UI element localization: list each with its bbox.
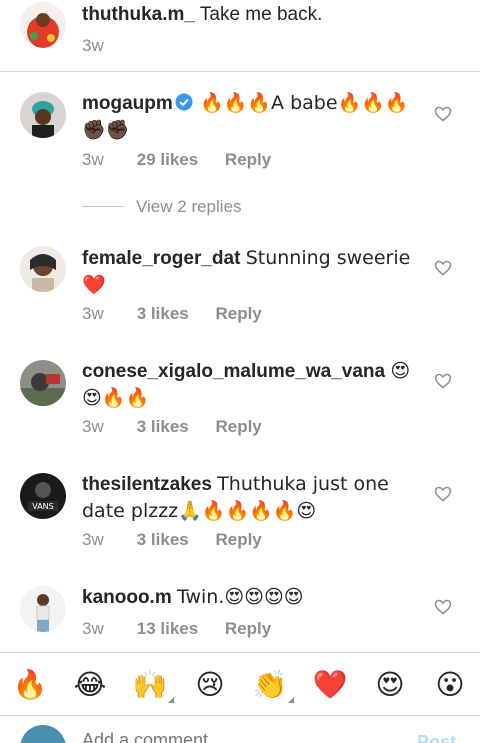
svg-text:VANS: VANS <box>32 502 54 511</box>
quick-reaction-bar: 🔥 😂 🙌 😢 👏 ❤️ 😍 😮 <box>0 652 480 716</box>
comment-time: 3w <box>82 619 104 638</box>
comment-body: female_roger_dat Stunning sweerie ❤️ <box>82 245 412 299</box>
comment-meta: 3w 29 likes Reply <box>82 150 271 170</box>
skin-tone-indicator-icon <box>288 697 294 703</box>
comment-meta: 3w 13 likes Reply <box>82 619 271 639</box>
comment-input[interactable] <box>82 730 382 743</box>
comment-time: 3w <box>82 304 104 323</box>
comment-time: 3w <box>82 150 104 169</box>
comment-body: conese_xigalo_malume_wa_vana 😍😍🔥🔥 <box>82 358 412 412</box>
comment-text: Take me back. <box>199 4 323 25</box>
like-heart-icon[interactable] <box>434 598 452 616</box>
reply-button[interactable]: Reply <box>215 304 261 324</box>
reaction-clap-glyph: 👏 <box>252 668 288 701</box>
reply-button[interactable]: Reply <box>215 530 261 550</box>
like-heart-icon[interactable] <box>434 259 452 277</box>
reply-button[interactable]: Reply <box>225 150 271 170</box>
verified-badge-icon <box>175 93 193 111</box>
comment-likes[interactable]: 3 likes <box>137 417 189 437</box>
like-heart-icon[interactable] <box>434 105 452 123</box>
reaction-heart-eyes-icon[interactable]: 😍 <box>372 667 408 703</box>
reaction-raised-hands-icon[interactable]: 🙌 <box>132 667 174 703</box>
comment-username[interactable]: thesilentzakes <box>82 474 212 495</box>
comment-username[interactable]: conese_xigalo_malume_wa_vana <box>82 361 385 382</box>
comment-username[interactable]: thuthuka.m_ <box>82 4 195 25</box>
reaction-cry-icon[interactable]: 😢 <box>192 667 228 703</box>
reaction-surprised-icon[interactable]: 😮 <box>432 667 468 703</box>
comment-username[interactable]: mogaupm <box>82 93 173 114</box>
comment-likes[interactable]: 13 likes <box>137 619 198 639</box>
comment-meta: 3w 3 likes Reply <box>82 530 262 550</box>
avatar[interactable] <box>20 92 66 138</box>
comment-username[interactable]: female_roger_dat <box>82 248 240 269</box>
reaction-fire-icon[interactable]: 🔥 <box>12 667 48 703</box>
view-replies-label: View 2 replies <box>136 197 242 216</box>
avatar[interactable] <box>20 586 66 632</box>
comment-username[interactable]: kanooo.m <box>82 587 172 608</box>
comment-body: kanooo.m Twin.😍😍😍😍 <box>82 584 412 611</box>
like-heart-icon[interactable] <box>434 485 452 503</box>
avatar[interactable]: VANS <box>20 473 66 519</box>
comment-meta: 3w <box>82 36 132 56</box>
comment-time: 3w <box>82 530 104 549</box>
avatar[interactable] <box>20 360 66 406</box>
comment-time: 3w <box>82 36 104 55</box>
reaction-laugh-icon[interactable]: 😂 <box>72 667 108 703</box>
reply-button[interactable]: Reply <box>225 619 271 639</box>
comment-text: Twin.😍😍😍😍 <box>177 586 304 608</box>
comment-composer: Post <box>0 716 480 743</box>
view-replies-button[interactable]: View 2 replies <box>82 197 242 217</box>
reaction-clap-icon[interactable]: 👏 <box>252 667 294 703</box>
comment-meta: 3w 3 likes Reply <box>82 304 262 324</box>
comment-body: thesilentzakes Thuthuka just one date pl… <box>82 471 412 525</box>
like-heart-icon[interactable] <box>434 372 452 390</box>
reply-button[interactable]: Reply <box>215 417 261 437</box>
skin-tone-indicator-icon <box>168 697 174 703</box>
comment-body: mogaupm 🔥🔥🔥A babe🔥🔥🔥✊🏿✊🏿 <box>82 90 412 144</box>
reaction-heart-icon[interactable]: ❤️ <box>312 667 348 703</box>
avatar[interactable] <box>20 246 66 292</box>
comment-likes[interactable]: 3 likes <box>137 530 189 550</box>
comment-time: 3w <box>82 417 104 436</box>
comment-body: thuthuka.m_ Take me back. <box>82 2 412 28</box>
reaction-raised-hands-glyph: 🙌 <box>132 668 168 701</box>
composer-avatar <box>20 725 66 743</box>
divider <box>0 71 480 72</box>
comment-likes[interactable]: 29 likes <box>137 150 198 170</box>
comment-likes[interactable]: 3 likes <box>137 304 189 324</box>
comment-meta: 3w 3 likes Reply <box>82 417 262 437</box>
post-button[interactable]: Post <box>417 732 456 743</box>
avatar[interactable] <box>20 2 66 48</box>
replies-line <box>82 206 124 207</box>
